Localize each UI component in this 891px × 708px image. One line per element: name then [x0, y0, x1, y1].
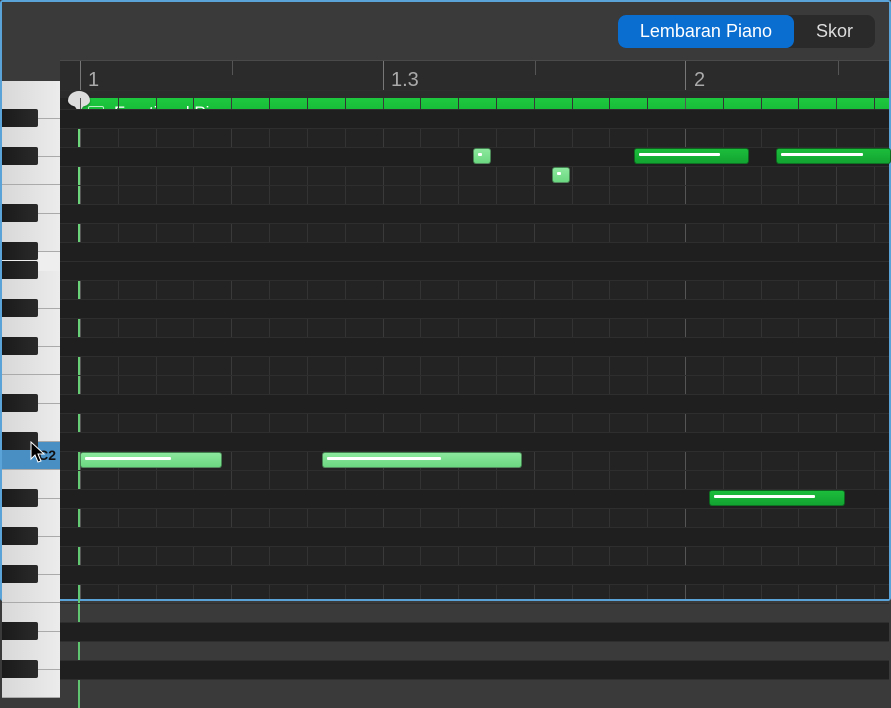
- midi-note[interactable]: [634, 148, 749, 164]
- ruler-mark: 1.3: [391, 69, 419, 92]
- black-key[interactable]: [2, 489, 38, 507]
- view-tabs: Lembaran Piano Skor: [618, 15, 875, 48]
- ruler-mark: 2: [694, 69, 705, 92]
- midi-note[interactable]: [473, 148, 491, 164]
- black-key[interactable]: [2, 337, 38, 355]
- ruler-mark: 1: [88, 69, 99, 92]
- timeline-ruler[interactable]: 1 1.3 2: [60, 60, 889, 98]
- black-key[interactable]: [2, 622, 38, 640]
- tab-score[interactable]: Skor: [794, 15, 875, 48]
- black-key[interactable]: [2, 660, 38, 678]
- black-key[interactable]: [2, 527, 38, 545]
- black-key[interactable]: [2, 109, 38, 127]
- black-key[interactable]: [2, 299, 38, 317]
- midi-note[interactable]: [322, 452, 522, 468]
- midi-note[interactable]: [709, 490, 845, 506]
- black-key[interactable]: [2, 261, 38, 279]
- tab-piano-roll[interactable]: Lembaran Piano: [618, 15, 794, 48]
- playhead-marker[interactable]: [68, 91, 90, 107]
- midi-note[interactable]: [552, 167, 570, 183]
- black-key[interactable]: [2, 565, 38, 583]
- mouse-cursor-icon: [30, 441, 48, 465]
- note-grid[interactable]: Emotional Piano: [60, 98, 889, 599]
- piano-keyboard[interactable]: C2: [2, 98, 60, 599]
- black-key[interactable]: [2, 394, 38, 412]
- midi-note[interactable]: [80, 452, 222, 468]
- black-key[interactable]: [2, 204, 38, 222]
- black-key[interactable]: [2, 147, 38, 165]
- piano-roll: C2 Emotional Piano: [2, 98, 889, 599]
- editor-toolbar: Lembaran Piano Skor: [2, 2, 889, 60]
- midi-note[interactable]: [776, 148, 891, 164]
- black-key[interactable]: [2, 242, 38, 260]
